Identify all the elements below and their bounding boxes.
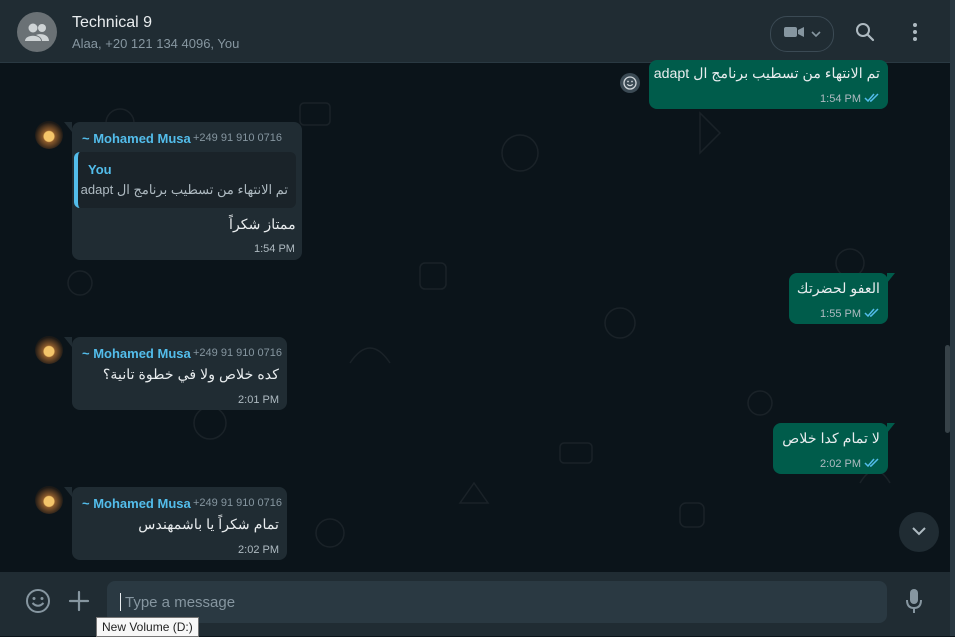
double-check-icon xyxy=(864,92,880,106)
microphone-icon[interactable] xyxy=(901,588,927,614)
search-icon[interactable] xyxy=(853,20,877,44)
reaction-smiley-icon[interactable] xyxy=(620,73,640,93)
message-time: 2:01 PM xyxy=(238,394,279,406)
quoted-message[interactable]: You تم الانتهاء من تسطيب برنامج ال adapt xyxy=(74,152,296,208)
chevron-down-icon xyxy=(811,25,821,43)
group-avatar-icon[interactable] xyxy=(17,12,57,52)
outgoing-message[interactable]: لا تمام كدا خلاص 2:02 PM xyxy=(773,423,888,474)
sender-name[interactable]: ~ Mohamed Musa xyxy=(82,496,191,511)
emoji-icon[interactable] xyxy=(25,588,51,614)
message-time: 2:02 PM xyxy=(820,458,861,470)
incoming-message[interactable]: ~ Mohamed Musa +249 91 910 0716 كده خلاص… xyxy=(72,337,287,410)
message-input[interactable]: Type a message xyxy=(107,581,887,623)
bubble-tail xyxy=(64,337,72,347)
scroll-down-icon xyxy=(912,523,926,541)
double-check-icon xyxy=(864,307,880,321)
bubble-tail xyxy=(887,423,895,433)
message-meta: 2:02 PM xyxy=(820,457,880,471)
sender-phone: +249 91 910 0716 xyxy=(193,132,283,144)
bubble-tail xyxy=(64,487,72,497)
sender-name[interactable]: ~ Mohamed Musa xyxy=(82,346,191,361)
drive-tooltip: New Volume (D:) xyxy=(96,617,199,637)
message-text: تم الانتهاء من تسطيب برنامج ال adapt xyxy=(653,66,880,82)
quote-author: You xyxy=(88,162,112,177)
double-check-icon xyxy=(864,457,880,471)
outgoing-message[interactable]: تم الانتهاء من تسطيب برنامج ال adapt 1:5… xyxy=(649,60,888,109)
menu-dots-icon[interactable] xyxy=(903,20,927,44)
bubble-tail xyxy=(887,273,895,283)
outgoing-message[interactable]: العفو لحضرتك 1:55 PM xyxy=(789,273,888,324)
sender-avatar[interactable] xyxy=(35,486,63,514)
message-text: العفو لحضرتك xyxy=(796,281,880,297)
sender-name[interactable]: ~ Mohamed Musa xyxy=(82,131,191,146)
quote-text: تم الانتهاء من تسطيب برنامج ال adapt xyxy=(80,182,288,197)
scroll-down-button[interactable] xyxy=(899,512,939,552)
window-edge xyxy=(950,0,955,636)
text-caret xyxy=(120,593,121,611)
incoming-message[interactable]: ~ Mohamed Musa +249 91 910 0716 تمام شكر… xyxy=(72,487,287,560)
chat-participants: Alaa, +20 121 134 4096, You xyxy=(72,36,240,51)
message-text: لا تمام كدا خلاص xyxy=(782,431,880,447)
chat-title[interactable]: Technical 9 xyxy=(72,14,152,32)
sender-phone: +249 91 910 0716 xyxy=(193,347,283,359)
chat-header[interactable]: Technical 9 Alaa, +20 121 134 4096, You xyxy=(0,0,951,63)
bubble-tail xyxy=(64,122,72,132)
sender-phone: +249 91 910 0716 xyxy=(193,497,283,509)
message-time: 2:02 PM xyxy=(238,544,279,556)
message-input-placeholder: Type a message xyxy=(125,594,236,611)
message-time: 1:54 PM xyxy=(820,93,861,105)
message-text: كده خلاص ولا في خطوة تانية؟ xyxy=(102,367,279,383)
sender-avatar[interactable] xyxy=(35,121,63,149)
message-meta: 1:55 PM xyxy=(820,307,880,321)
video-call-icon xyxy=(783,25,805,44)
sender-avatar[interactable] xyxy=(35,336,63,364)
message-time: 1:55 PM xyxy=(820,308,861,320)
message-time: 1:54 PM xyxy=(254,243,295,255)
video-call-button[interactable] xyxy=(770,16,834,52)
message-text: تمام شكراً يا باشمهندس xyxy=(138,517,279,533)
plus-icon[interactable] xyxy=(66,588,92,614)
message-meta: 1:54 PM xyxy=(820,92,880,106)
message-text: ممتاز شكراً xyxy=(229,217,296,233)
